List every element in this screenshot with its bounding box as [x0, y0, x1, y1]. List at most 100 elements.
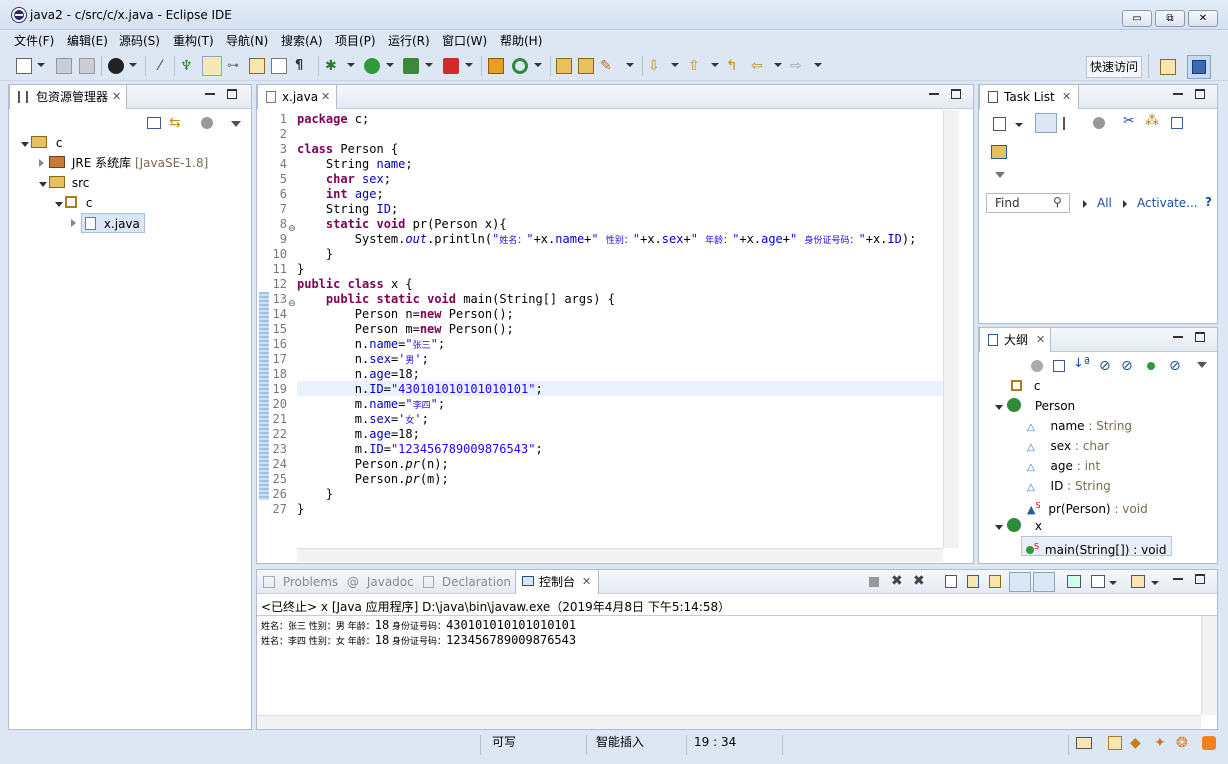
word-wrap-icon[interactable]	[989, 575, 1001, 588]
open-console-dropdown-icon[interactable]	[1151, 581, 1159, 585]
vertical-scrollbar[interactable]	[943, 110, 959, 548]
java-perspective-icon[interactable]	[1187, 55, 1211, 79]
tab-declaration[interactable]: Declaration	[423, 570, 511, 594]
maximize-icon[interactable]	[1195, 332, 1205, 342]
close-tab-icon[interactable]: ✕	[582, 570, 591, 594]
horizontal-scrollbar[interactable]	[297, 548, 943, 562]
console-output[interactable]: 姓名：张三 性别：男 年龄：18 身份证号码：43010101010101010…	[257, 615, 1217, 729]
activate-link[interactable]: Activate...	[1137, 196, 1198, 210]
tab-task-list[interactable]: Task List ✕	[979, 85, 1079, 109]
close-window-button[interactable]: ✕	[1188, 10, 1218, 27]
help-icon[interactable]: ?	[1205, 195, 1212, 209]
save-icon[interactable]	[56, 58, 72, 74]
back-icon[interactable]: ⇦	[751, 58, 767, 74]
next-annotation-dropdown-icon[interactable]	[671, 63, 679, 67]
run-dropdown-icon[interactable]	[386, 63, 394, 67]
external-tools-icon[interactable]	[443, 58, 459, 74]
close-tab-icon[interactable]: ✕	[1062, 85, 1071, 109]
vertical-scrollbar[interactable]	[1201, 616, 1217, 715]
find-input[interactable]: Find ⚲	[986, 193, 1070, 213]
search-dropdown-icon[interactable]	[626, 63, 634, 67]
menu-help[interactable]: 帮助(H)	[500, 32, 542, 49]
outline-item-method-pr[interactable]: ▲S pr(Person) : void	[1027, 496, 1148, 516]
minimize-icon[interactable]	[1173, 574, 1183, 580]
profile-dropdown-icon[interactable]	[129, 63, 137, 67]
block-select-icon[interactable]	[271, 58, 287, 74]
coverage-icon[interactable]	[403, 58, 419, 74]
minimize-icon[interactable]	[1173, 332, 1183, 338]
menu-file[interactable]: 文件(F)	[14, 32, 54, 49]
collapse-all-icon[interactable]	[147, 117, 161, 129]
menu-project[interactable]: 项目(P)	[335, 32, 376, 49]
view-menu-icon[interactable]	[995, 172, 1005, 178]
hide-local-types-icon[interactable]: ⊘	[1169, 358, 1181, 374]
forward-dropdown-icon[interactable]	[814, 63, 822, 67]
show-on-output-icon[interactable]	[1009, 572, 1031, 592]
external-tools-dropdown-icon[interactable]	[465, 63, 473, 67]
all-link[interactable]: All	[1097, 196, 1112, 210]
annotation-icon[interactable]	[249, 58, 265, 74]
quick-access-field[interactable]: 快速访问	[1086, 56, 1142, 78]
open-console-icon[interactable]	[1131, 575, 1145, 588]
open-perspective-icon[interactable]	[1160, 59, 1176, 75]
tree-item-jre[interactable]: JRE 系统库 [JavaSE-1.8]	[49, 153, 208, 173]
remove-all-icon[interactable]: ✖	[913, 573, 925, 589]
view-menu-icon[interactable]	[1197, 362, 1207, 368]
previous-annotation-dropdown-icon[interactable]	[711, 63, 719, 67]
tree-item-package-c[interactable]: c	[65, 193, 92, 213]
outline-item-package[interactable]: c	[1011, 376, 1040, 396]
back-dropdown-icon[interactable]	[774, 63, 782, 67]
scheduled-icon[interactable]	[1063, 117, 1077, 130]
tree-item-x-java[interactable]: x.java	[81, 213, 145, 233]
settings-icon[interactable]: ❂	[1176, 735, 1188, 751]
expander-icon[interactable]	[71, 219, 76, 227]
synchronize-icon[interactable]	[991, 145, 1007, 159]
pin-icon[interactable]: ♆	[180, 58, 196, 74]
next-annotation-icon[interactable]: ⇩	[648, 58, 664, 74]
hide-static-icon[interactable]: ⊘	[1121, 358, 1133, 374]
minimize-button[interactable]: ▭	[1122, 10, 1152, 27]
save-all-icon[interactable]	[79, 58, 95, 74]
tab-x-java[interactable]: x.java ✕	[257, 85, 337, 109]
minimize-icon[interactable]	[929, 89, 939, 95]
menu-edit[interactable]: 编辑(E)	[67, 32, 108, 49]
filter-icon[interactable]	[201, 117, 213, 129]
outline-item-field-sex[interactable]: △ sex : char	[1027, 436, 1109, 456]
view-menu-icon[interactable]	[231, 121, 241, 127]
debug-icon[interactable]: ✱	[325, 58, 341, 74]
tab-package-explorer[interactable]: 包资源管理器 ✕	[9, 85, 127, 109]
scroll-lock-icon[interactable]	[967, 575, 979, 588]
expander-icon[interactable]	[995, 525, 1003, 530]
display-console-dropdown-icon[interactable]	[1109, 581, 1117, 585]
display-console-icon[interactable]	[1091, 575, 1105, 588]
menu-search[interactable]: 搜索(A)	[281, 32, 323, 49]
minimize-icon[interactable]	[1173, 89, 1183, 95]
show-on-error-icon[interactable]	[1033, 572, 1055, 592]
wand-icon[interactable]: ✦	[1154, 735, 1166, 751]
menu-navigate[interactable]: 导航(N)	[226, 32, 268, 49]
fold-icon[interactable]: ⊖	[288, 299, 296, 309]
link-icon[interactable]: ⊶	[227, 58, 243, 74]
mark-occurrences-icon[interactable]	[202, 56, 222, 76]
new-package-icon[interactable]	[488, 58, 504, 74]
tree-item-src[interactable]: src	[49, 173, 89, 193]
new-task-dropdown-icon[interactable]	[1015, 123, 1023, 127]
new-task-icon[interactable]	[993, 117, 1006, 131]
outline-item-person-class[interactable]: Person	[1007, 396, 1075, 416]
rss-icon[interactable]	[1202, 736, 1216, 750]
close-tab-icon[interactable]: ✕	[321, 85, 330, 109]
collapse-all-icon[interactable]	[1171, 117, 1183, 129]
search-icon[interactable]: ✎	[600, 58, 616, 74]
last-edit-icon[interactable]: ↰	[726, 58, 742, 74]
new-dropdown-icon[interactable]	[37, 63, 45, 67]
hide-completed-icon[interactable]: ✂	[1123, 113, 1135, 129]
maximize-icon[interactable]	[1195, 574, 1205, 584]
horizontal-scrollbar[interactable]	[257, 715, 1201, 729]
show-whitespace-icon[interactable]: ¶	[295, 58, 311, 74]
expander-icon[interactable]	[995, 405, 1003, 410]
expander-icon[interactable]	[39, 182, 47, 187]
outline-item-x-class[interactable]: x	[1007, 516, 1042, 536]
fold-icon[interactable]: ⊖	[288, 224, 296, 234]
menu-run[interactable]: 运行(R)	[388, 32, 430, 49]
outline-item-field-name[interactable]: △ name : String	[1027, 416, 1132, 436]
